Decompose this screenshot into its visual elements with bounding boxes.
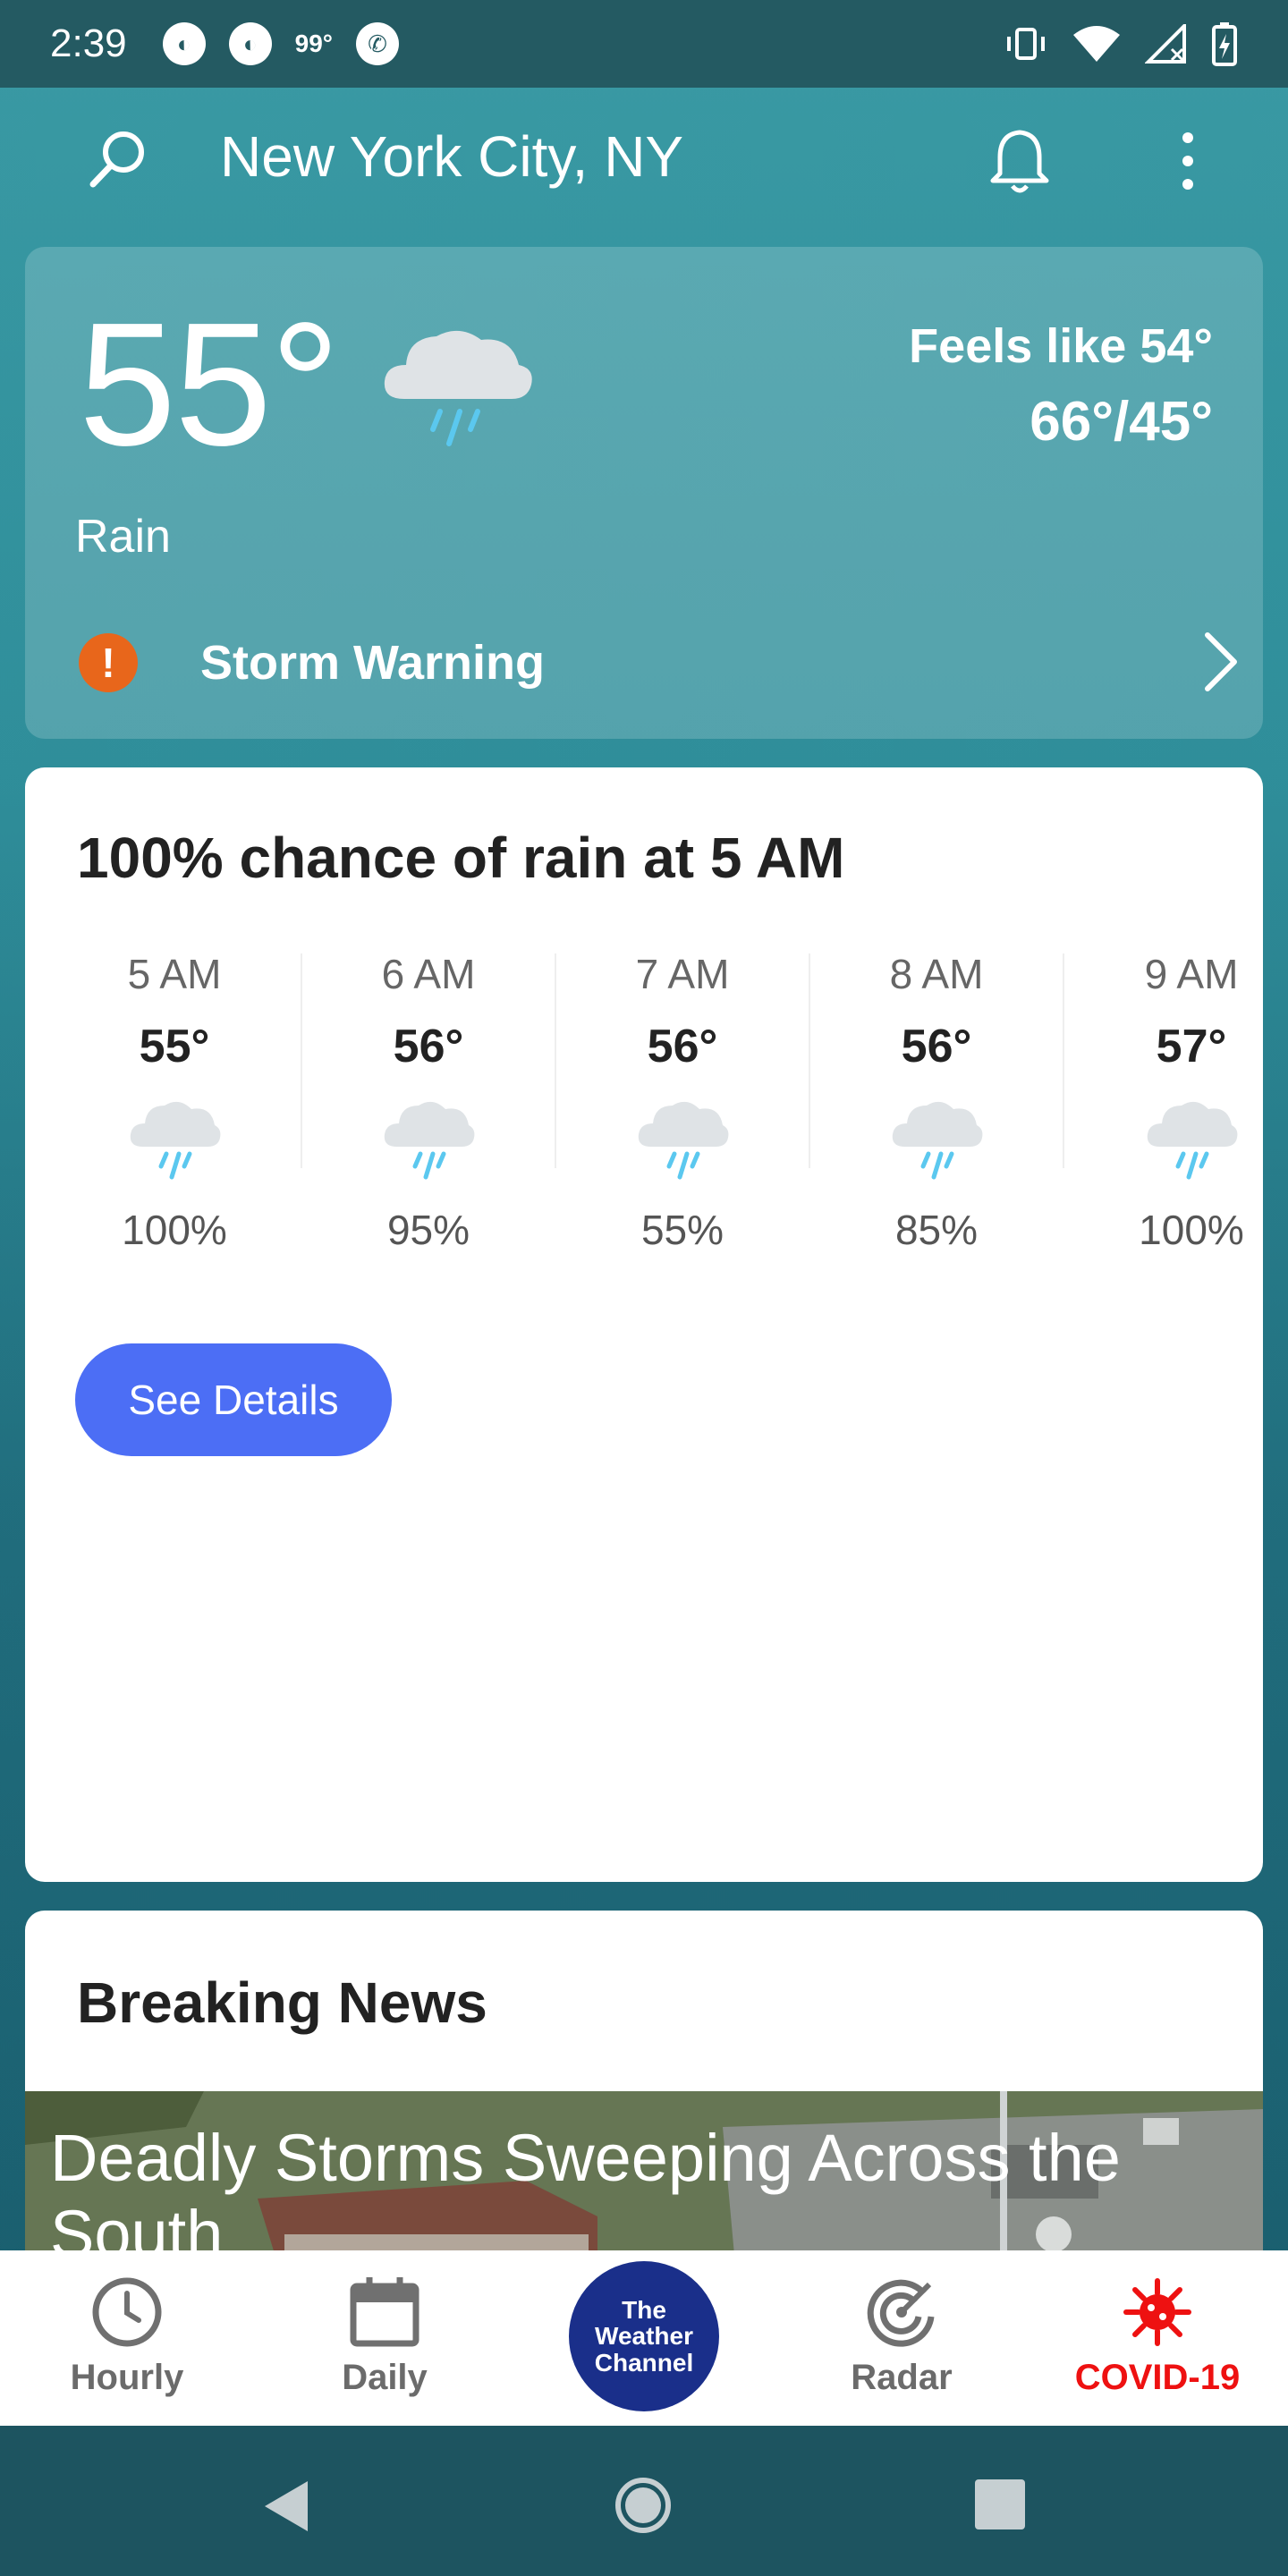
hour-precip: 95% bbox=[386, 1207, 470, 1253]
storm-warning-alert[interactable]: ! Storm Warning bbox=[79, 626, 1241, 698]
hour-temp: 57° bbox=[1156, 1021, 1227, 1072]
weather-channel-logo[interactable]: The Weather Channel bbox=[569, 2261, 719, 2411]
radar-icon bbox=[867, 2279, 935, 2347]
feels-like: Feels like 54° bbox=[909, 319, 1213, 373]
nav-label: Radar bbox=[851, 2358, 953, 2397]
rain-cloud-icon bbox=[384, 330, 532, 446]
logo-line: Channel bbox=[594, 2348, 694, 2377]
rain-cloud-icon bbox=[384, 1101, 475, 1180]
search-icon[interactable] bbox=[86, 127, 150, 191]
hour-time: 9 AM bbox=[1144, 951, 1239, 997]
logo-line: Weather bbox=[595, 2322, 693, 2351]
status-time: 2:39 bbox=[50, 21, 127, 65]
system-nav-bar bbox=[0, 2426, 1288, 2576]
nav-label: COVID-19 bbox=[1074, 2358, 1241, 2397]
hour-precip: 55% bbox=[640, 1207, 724, 1253]
alert-label: Storm Warning bbox=[200, 636, 545, 690]
current-temperature: 55° bbox=[79, 286, 340, 482]
chevron-right-icon bbox=[1205, 632, 1237, 691]
hour-precip: 100% bbox=[122, 1207, 227, 1253]
hour-item: 6 AM 56° 95% bbox=[302, 951, 556, 1250]
hour-precip: 85% bbox=[894, 1207, 979, 1253]
current-conditions-card[interactable]: 55° Rain Feels like 54° 66°/45° ! Storm … bbox=[25, 247, 1263, 739]
news-headline[interactable]: Deadly Storms Sweeping Across the South bbox=[50, 2120, 1240, 2272]
hourly-forecast-card: 100% chance of rain at 5 AM 5 AM 55° 100… bbox=[25, 767, 1263, 1882]
hour-item: 5 AM 55° 100% bbox=[48, 951, 302, 1250]
notification-app-icon: ◐ bbox=[162, 22, 206, 65]
phone-icon: ✆ bbox=[355, 22, 399, 65]
hour-item: 8 AM 56° 85% bbox=[810, 951, 1064, 1250]
nav-radar[interactable]: Radar bbox=[812, 2275, 991, 2419]
see-details-button[interactable]: See Details bbox=[75, 1343, 392, 1456]
exclamation-icon: ! bbox=[79, 633, 138, 692]
vibrate-icon bbox=[1007, 28, 1045, 60]
hour-temp: 55° bbox=[139, 1021, 210, 1072]
rain-cloud-icon bbox=[638, 1101, 729, 1180]
hour-item: 9 AM 57° 100% bbox=[1064, 951, 1288, 1250]
nav-label: Daily bbox=[342, 2358, 428, 2397]
hour-time: 8 AM bbox=[889, 951, 984, 997]
home-icon[interactable] bbox=[614, 2476, 673, 2535]
recents-icon[interactable] bbox=[975, 2479, 1025, 2529]
app-header: New York City, NY bbox=[0, 88, 1288, 234]
hour-time: 6 AM bbox=[381, 951, 476, 997]
notification-app-icon-2: ◐ bbox=[228, 22, 272, 65]
nav-daily[interactable]: Daily bbox=[295, 2275, 474, 2419]
news-section-title: Breaking News bbox=[77, 1970, 487, 2035]
location-title[interactable]: New York City, NY bbox=[220, 123, 683, 190]
battery-icon bbox=[1212, 22, 1237, 66]
hour-item: 7 AM 56° 55% bbox=[556, 951, 810, 1250]
status-temp: 99° bbox=[294, 30, 333, 57]
hour-temp: 56° bbox=[393, 1021, 464, 1072]
bell-icon[interactable] bbox=[986, 125, 1054, 197]
hour-precip: 100% bbox=[1139, 1207, 1244, 1253]
more-options-icon[interactable] bbox=[1172, 131, 1204, 191]
rain-cloud-icon bbox=[130, 1101, 221, 1180]
hour-temp: 56° bbox=[901, 1021, 972, 1072]
calendar-icon bbox=[350, 2277, 419, 2347]
nav-hourly[interactable]: Hourly bbox=[38, 2275, 216, 2419]
wifi-icon bbox=[1073, 26, 1120, 62]
virus-icon bbox=[1123, 2278, 1191, 2346]
rain-cloud-icon bbox=[1147, 1101, 1238, 1180]
bottom-nav: Hourly Daily The Weather Channel Radar C… bbox=[0, 2250, 1288, 2426]
nav-label: Hourly bbox=[70, 2358, 184, 2397]
nav-covid[interactable]: COVID-19 bbox=[1068, 2275, 1247, 2419]
hour-temp: 56° bbox=[647, 1021, 718, 1072]
hi-lo-temperature: 66°/45° bbox=[1030, 391, 1213, 453]
hour-time: 7 AM bbox=[635, 951, 730, 997]
hourly-card-title: 100% chance of rain at 5 AM bbox=[77, 826, 845, 890]
current-condition: Rain bbox=[75, 511, 171, 563]
hour-time: 5 AM bbox=[127, 951, 222, 997]
rain-cloud-icon bbox=[892, 1101, 983, 1180]
signal-icon bbox=[1145, 24, 1186, 64]
logo-line: The bbox=[622, 2295, 666, 2324]
status-bar: 2:39 ◐ ◐ 99° ✆ bbox=[0, 0, 1288, 88]
hourly-strip[interactable]: 5 AM 55° 100% 6 AM 56° 95% 7 AM 56° 55% … bbox=[25, 951, 1263, 1250]
clock-icon bbox=[92, 2277, 162, 2347]
back-icon[interactable] bbox=[259, 2478, 313, 2535]
